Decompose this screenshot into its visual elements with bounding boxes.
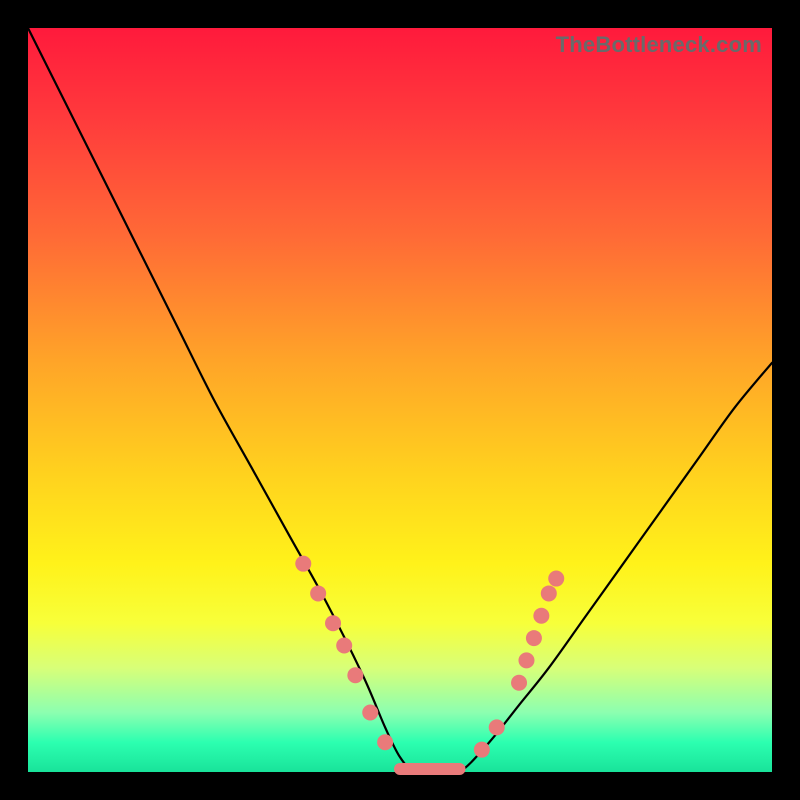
curve-marker [518, 652, 534, 668]
curve-marker [511, 675, 527, 691]
bottleneck-curve [28, 28, 772, 774]
curve-marker [362, 704, 378, 720]
chart-frame: TheBottleneck.com [0, 0, 800, 800]
curve-marker [310, 585, 326, 601]
curve-marker [336, 638, 352, 654]
curve-marker [295, 556, 311, 572]
curve-marker [526, 630, 542, 646]
curve-marker [347, 667, 363, 683]
curve-marker [541, 585, 557, 601]
curve-marker [377, 734, 393, 750]
curve-marker [325, 615, 341, 631]
curve-marker [533, 608, 549, 624]
curve-marker [548, 571, 564, 587]
curve-svg [28, 28, 772, 772]
curve-marker [474, 742, 490, 758]
plot-area: TheBottleneck.com [28, 28, 772, 772]
curve-marker [489, 719, 505, 735]
curve-markers [295, 556, 564, 758]
